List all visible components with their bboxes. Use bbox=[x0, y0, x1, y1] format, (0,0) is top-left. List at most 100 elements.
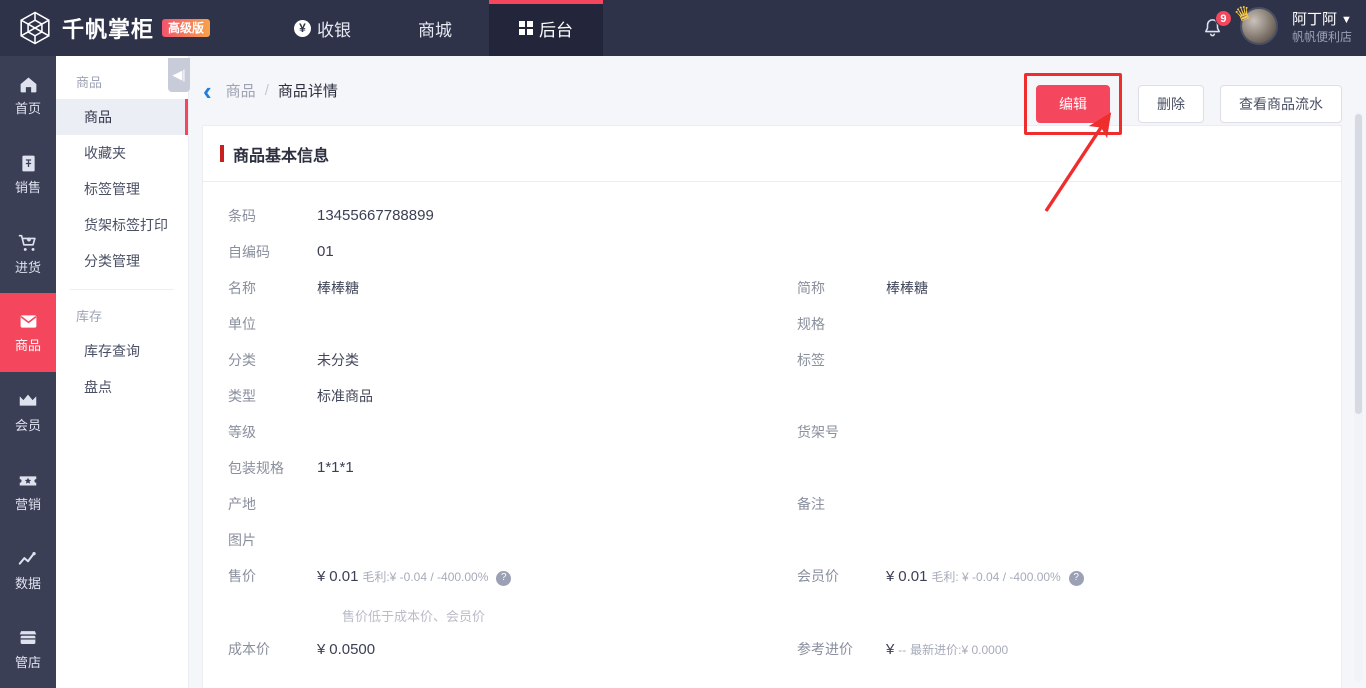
field-memberprice-label: 会员价 bbox=[797, 568, 839, 584]
subnav-item-category-management[interactable]: 分类管理 bbox=[56, 243, 188, 279]
price-warning-note: 售价低于成本价、会员价 bbox=[342, 609, 486, 624]
tab-mall-label: 商城 bbox=[418, 20, 452, 40]
field-cost-label: 成本价 bbox=[228, 641, 270, 657]
brand[interactable]: 千帆掌柜 高级版 bbox=[0, 9, 232, 47]
product-info-card: 商品基本信息 条码 13455667788899 自编码 01 名称 棒棒糖 简… bbox=[202, 125, 1342, 688]
yen-circle-icon: ¥ bbox=[294, 19, 311, 37]
subnav-item-tag-management-label: 标签管理 bbox=[84, 181, 140, 197]
question-icon[interactable]: ? bbox=[496, 570, 512, 586]
subnav-group-title-inventory: 库存 bbox=[76, 309, 103, 324]
field-packspec: 包装规格 1*1*1 bbox=[203, 458, 772, 494]
tab-backend-label: 后台 bbox=[539, 20, 573, 40]
sidebar-item-store-label: 管店 bbox=[14, 654, 41, 670]
sidebar-collapse-toggle[interactable]: ◀| bbox=[168, 58, 190, 92]
field-category: 分类 未分类 bbox=[203, 350, 772, 386]
sidebar-item-home[interactable]: 首页 bbox=[0, 56, 56, 135]
field-category-value: 未分类 bbox=[317, 352, 359, 368]
sidebar-item-member[interactable]: 会员 bbox=[0, 372, 56, 451]
subnav-item-inventory-query[interactable]: 库存查询 bbox=[56, 333, 188, 369]
subnav-item-tag-management[interactable]: 标签管理 bbox=[56, 171, 188, 207]
field-shortname: 简称 棒棒糖 bbox=[772, 278, 1341, 314]
subnav-item-inventory-query-label: 库存查询 bbox=[84, 343, 140, 359]
subnav-item-category-management-label: 分类管理 bbox=[84, 253, 140, 269]
field-shortname-value: 棒棒糖 bbox=[886, 280, 928, 296]
subnav-item-shelf-tag-print[interactable]: 货架标签打印 bbox=[56, 207, 188, 243]
tab-mall[interactable]: 商城 bbox=[381, 0, 489, 56]
view-product-flow-button[interactable]: 查看商品流水 bbox=[1220, 85, 1342, 123]
field-image-right-empty bbox=[772, 530, 1341, 566]
sidebar-item-store[interactable]: 管店 bbox=[0, 609, 56, 688]
field-remark: 备注 bbox=[772, 494, 1341, 530]
field-memberprice-amount: 0.01 bbox=[898, 568, 928, 585]
field-refpurchase-label: 参考进价 bbox=[797, 641, 853, 657]
sidebar-item-purchase-label: 进货 bbox=[14, 259, 41, 275]
form-row-category: 分类 未分类 标签 bbox=[203, 350, 1341, 386]
field-category-label: 分类 bbox=[228, 352, 256, 368]
field-price-label: 售价 bbox=[228, 568, 256, 584]
tab-cashier[interactable]: ¥ 收银 bbox=[264, 0, 381, 56]
sidebar-item-data[interactable]: 数据 bbox=[0, 530, 56, 609]
field-barcode: 条码 13455667788899 bbox=[203, 206, 772, 242]
form-row-type: 类型 标准商品 bbox=[203, 386, 1341, 422]
top-header: 千帆掌柜 高级版 ¥ 收银 商城 后台 9 ♛ 阿丁阿 ▼ 帆帆便利店 bbox=[0, 0, 1366, 56]
sidebar-item-product-label: 商品 bbox=[14, 338, 41, 353]
notifications-button[interactable]: 9 bbox=[1196, 10, 1232, 45]
vertical-scrollbar[interactable] bbox=[1354, 112, 1363, 682]
sidebar-item-marketing[interactable]: 营销 bbox=[0, 451, 56, 530]
field-type-right-empty bbox=[772, 386, 1341, 422]
edit-button[interactable]: 编辑 bbox=[1036, 85, 1110, 123]
field-name-label: 名称 bbox=[228, 280, 256, 296]
crown-member-icon bbox=[19, 394, 37, 406]
form-row-barcode: 条码 13455667788899 bbox=[203, 206, 1341, 242]
field-origin: 产地 bbox=[203, 494, 772, 530]
field-cost: 成本价 ¥ 0.0500 bbox=[203, 639, 772, 675]
subnav-item-product[interactable]: 商品 bbox=[56, 99, 188, 135]
field-price-amount: 0.01 bbox=[329, 568, 359, 585]
subnav-item-favorites[interactable]: 收藏夹 bbox=[56, 135, 188, 171]
breadcrumb-separator: / bbox=[264, 82, 269, 99]
sidebar-item-product[interactable]: 商品 bbox=[0, 293, 56, 372]
breadcrumb-parent[interactable]: 商品 bbox=[226, 80, 256, 101]
chart-line-icon bbox=[18, 551, 36, 565]
sidebar-item-sales[interactable]: 销售 bbox=[0, 135, 56, 214]
field-selfcode-value: 01 bbox=[317, 243, 334, 260]
field-shelfno-label: 货架号 bbox=[797, 424, 839, 440]
tab-backend[interactable]: 后台 bbox=[489, 0, 603, 56]
field-memberprice-profit: 毛利: ¥ -0.04 / -400.00% bbox=[931, 570, 1061, 584]
question-icon[interactable]: ? bbox=[1068, 570, 1084, 586]
form-row-price: 售价 ¥ 0.01 毛利:¥ -0.04 / -400.00% ? 会员价 ¥ … bbox=[203, 566, 1341, 602]
field-memberprice: 会员价 ¥ 0.01 毛利: ¥ -0.04 / -400.00% ? bbox=[772, 566, 1341, 602]
form-row-cost: 成本价 ¥ 0.0500 参考进价 ¥ -- 最新进价:¥ 0.0000 bbox=[203, 639, 1341, 675]
product-box-icon bbox=[20, 315, 36, 328]
card-accent-bar bbox=[220, 145, 224, 162]
subnav-item-stocktaking[interactable]: 盘点 bbox=[56, 369, 188, 405]
chevron-left-icon[interactable]: ‹ bbox=[203, 78, 212, 104]
breadcrumb-current: 商品详情 bbox=[277, 83, 338, 100]
header-right: 9 ♛ 阿丁阿 ▼ 帆帆便利店 bbox=[1196, 0, 1358, 56]
cart-icon bbox=[18, 234, 36, 251]
field-cost-currency: ¥ bbox=[317, 641, 326, 658]
sidebar-item-member-label: 会员 bbox=[14, 417, 41, 433]
sidebar-item-marketing-label: 营销 bbox=[14, 496, 41, 512]
field-grade: 等级 bbox=[203, 422, 772, 458]
field-refpurchase: 参考进价 ¥ -- 最新进价:¥ 0.0000 bbox=[772, 639, 1341, 675]
chevron-down-icon: ▼ bbox=[1341, 13, 1352, 26]
avatar[interactable]: ♛ bbox=[1232, 2, 1282, 49]
field-selfcode-label: 自编码 bbox=[228, 244, 270, 260]
field-barcode-right-empty bbox=[772, 206, 1341, 242]
delete-button[interactable]: 删除 bbox=[1138, 85, 1204, 123]
edit-button-highlight: 编辑 bbox=[1024, 73, 1122, 135]
scrollbar-thumb[interactable] bbox=[1355, 114, 1362, 414]
sidebar-item-purchase[interactable]: 进货 bbox=[0, 214, 56, 293]
field-selfcode-right-empty bbox=[772, 242, 1341, 278]
field-refpurchase-currency: ¥ bbox=[886, 641, 895, 658]
field-price-currency: ¥ bbox=[317, 568, 326, 585]
field-tag-label: 标签 bbox=[797, 352, 825, 368]
field-image-label: 图片 bbox=[228, 532, 256, 548]
sales-doc-icon bbox=[21, 155, 35, 172]
field-image: 图片 bbox=[203, 530, 772, 566]
user-menu[interactable]: 阿丁阿 ▼ 帆帆便利店 bbox=[1292, 11, 1352, 45]
form-row-image: 图片 bbox=[203, 530, 1341, 566]
field-refpurchase-amount: -- bbox=[898, 643, 907, 657]
top-nav: ¥ 收银 商城 后台 bbox=[264, 0, 603, 56]
